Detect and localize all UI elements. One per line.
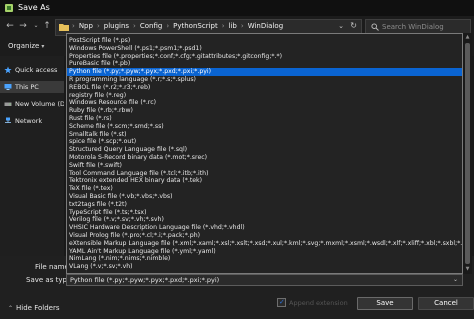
file-type-option[interactable]: NimLang (*.nim;*.nims;*.nimble) bbox=[67, 255, 462, 263]
file-type-option[interactable]: Scheme file (*.scm;*.smd;*.ss) bbox=[67, 123, 462, 131]
cancel-button[interactable]: Cancel bbox=[418, 297, 474, 310]
breadcrumb-separator: › bbox=[133, 22, 136, 30]
scroll-down-arrow-icon[interactable]: ▼ bbox=[464, 266, 471, 273]
dropdown-scrollbar[interactable]: ▲ ▼ bbox=[463, 33, 472, 274]
file-type-option[interactable]: TeX file (*.tex) bbox=[67, 185, 462, 193]
checkmark-icon: ✓ bbox=[279, 298, 285, 306]
breadcrumb-separator: › bbox=[96, 22, 100, 30]
sidebar-item-label: Network bbox=[15, 117, 43, 125]
save-as-type-select[interactable]: Python file (*.py;*.pyw;*.pyx;*.pxd;*.px… bbox=[66, 274, 463, 286]
organize-label: Organize bbox=[8, 42, 40, 50]
file-type-option[interactable]: YAML Ain't Markup Language file (*.yml;*… bbox=[67, 248, 462, 256]
sidebar-item-network[interactable]: Network bbox=[4, 115, 64, 127]
sidebar-item-this-pc[interactable]: This PC bbox=[0, 81, 64, 93]
file-type-option[interactable]: Tool Command Language file (*.tcl;*.itb;… bbox=[67, 170, 462, 178]
organize-button[interactable]: Organize ▾ bbox=[8, 42, 44, 50]
sidebar-item-label: Quick access bbox=[15, 66, 58, 74]
network-icon bbox=[4, 117, 12, 125]
file-type-option[interactable]: Visual Prolog file (*.pro;*.cl;*.i;*.pac… bbox=[67, 232, 462, 240]
file-type-option[interactable]: PureBasic file (*.pb) bbox=[67, 60, 462, 68]
sidebar-item-label: This PC bbox=[15, 83, 39, 91]
folder-icon bbox=[59, 23, 69, 33]
breadcrumb-npp[interactable]: Npp bbox=[79, 22, 93, 30]
file-type-option[interactable]: TypeScript file (*.ts;*.tsx) bbox=[67, 209, 462, 217]
file-type-option[interactable]: Properties file (*.properties;*.conf;*.c… bbox=[67, 53, 462, 61]
navigation-pane: Quick access This PC New Volume (D: Netw… bbox=[0, 56, 68, 256]
sidebar-item-label: New Volume (D: bbox=[15, 100, 68, 108]
breadcrumb-separator: › bbox=[72, 22, 75, 30]
file-type-option[interactable]: eXtensible Markup Language file (*.xml;*… bbox=[67, 240, 462, 248]
forward-arrow-icon[interactable]: → bbox=[17, 20, 29, 32]
append-extension-checkbox[interactable]: ✓ bbox=[277, 298, 286, 307]
file-type-option[interactable]: Rust file (*.rs) bbox=[67, 115, 462, 123]
search-icon bbox=[371, 23, 379, 33]
file-type-option[interactable]: Verilog file (*.v;*.sv;*.vh;*.svh) bbox=[67, 216, 462, 224]
refresh-icon[interactable]: ↻ bbox=[350, 21, 357, 30]
breadcrumb-windialog[interactable]: WinDialog bbox=[248, 22, 283, 30]
up-arrow-icon[interactable]: ↑ bbox=[41, 20, 53, 32]
file-type-option[interactable]: Ruby file (*.rb;*.rbw) bbox=[67, 107, 462, 115]
chevron-down-icon: ⌄ bbox=[452, 276, 458, 283]
sidebar-item-new-volume[interactable]: New Volume (D: bbox=[4, 98, 68, 110]
breadcrumb: › Npp › plugins › Config › PythonScript … bbox=[72, 22, 283, 30]
star-icon bbox=[4, 66, 12, 74]
notepad-plus-plus-icon bbox=[4, 3, 14, 13]
file-type-option[interactable]: REBOL file (*.r2;*.r3;*.reb) bbox=[67, 84, 462, 92]
breadcrumb-separator: › bbox=[166, 22, 170, 30]
breadcrumb-separator: › bbox=[240, 22, 244, 30]
scroll-up-arrow-icon[interactable]: ▲ bbox=[464, 34, 471, 41]
window-title: Save As bbox=[18, 3, 50, 12]
file-type-option[interactable]: R programming language (*.r;*.s;*.splus) bbox=[67, 76, 462, 84]
file-type-option[interactable]: Windows Resource file (*.rc) bbox=[67, 99, 462, 107]
address-dropdown-chevron-icon[interactable]: ⌄ bbox=[338, 22, 344, 30]
file-type-option[interactable]: VHSIC Hardware Description Language file… bbox=[67, 224, 462, 232]
append-extension-label: Append extension bbox=[289, 299, 348, 307]
file-type-option[interactable]: Smalltalk file (*.st) bbox=[67, 131, 462, 139]
chevron-down-icon: ▾ bbox=[41, 43, 45, 50]
file-type-option[interactable]: VLang (*.v;*.sv;*.vh) bbox=[67, 263, 462, 271]
file-type-option[interactable]: Python file (*.py;*.pyw;*.pyx;*.pxd;*.px… bbox=[67, 68, 462, 76]
drive-icon bbox=[4, 100, 12, 108]
chevron-up-icon: ⌃ bbox=[8, 305, 14, 312]
file-type-option[interactable]: Visual Basic file (*.vb;*.vbs;*.vbs) bbox=[67, 193, 462, 201]
hide-folders-button[interactable]: ⌃ Hide Folders bbox=[8, 304, 60, 312]
computer-icon bbox=[4, 83, 12, 91]
file-type-dropdown-list[interactable]: PostScript file (*.ps) Windows PowerShell… bbox=[66, 33, 463, 274]
breadcrumb-config[interactable]: Config bbox=[140, 22, 162, 30]
back-arrow-icon[interactable]: ← bbox=[4, 20, 16, 32]
search-placeholder: Search WinDialog bbox=[382, 23, 444, 31]
save-as-type-value: Python file (*.py;*.pyw;*.pyx;*.pxd;*.px… bbox=[70, 276, 220, 284]
breadcrumb-lib[interactable]: lib bbox=[229, 22, 237, 30]
breadcrumb-separator: › bbox=[221, 22, 225, 30]
save-button[interactable]: Save bbox=[357, 297, 413, 310]
file-type-option[interactable]: txt2tags file (*.t2t) bbox=[67, 201, 462, 209]
hide-folders-label: Hide Folders bbox=[16, 304, 60, 312]
breadcrumb-plugins[interactable]: plugins bbox=[104, 22, 129, 30]
file-type-option[interactable]: Structured Query Language file (*.sql) bbox=[67, 146, 462, 154]
file-type-option[interactable]: registry file (*.reg) bbox=[67, 92, 462, 100]
file-type-option[interactable]: Tektronix extended HEX binary data (*.te… bbox=[67, 177, 462, 185]
file-type-option[interactable]: Swift file (*.swift) bbox=[67, 162, 462, 170]
file-type-option[interactable]: spice file (*.scp;*.out) bbox=[67, 138, 462, 146]
title-bar: Save As bbox=[0, 0, 474, 16]
file-type-option[interactable]: PostScript file (*.ps) bbox=[67, 37, 462, 45]
sidebar-item-quick-access[interactable]: Quick access bbox=[4, 64, 64, 76]
scrollbar-thumb[interactable] bbox=[465, 43, 470, 264]
file-type-option[interactable]: Windows PowerShell (*.ps1;*.psm1;*.psd1) bbox=[67, 45, 462, 53]
breadcrumb-pythonscript[interactable]: PythonScript bbox=[173, 22, 218, 30]
file-type-option[interactable]: Motorola S-Record binary data (*.mot;*.s… bbox=[67, 154, 462, 162]
